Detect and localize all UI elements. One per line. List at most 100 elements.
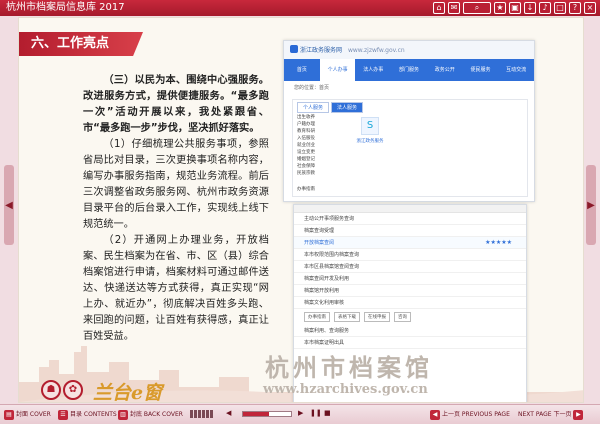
list-item: 户籍办理 (297, 122, 315, 127)
mail-icon[interactable]: ✉ (448, 2, 460, 14)
paragraph: （2）开通网上办理业务，开放档案、民生档案为在省、市、区（县）综合档案馆进行申请… (83, 235, 269, 342)
list-item: 设立变更 (297, 150, 315, 155)
table-row: 主动公开事项服务查询 (294, 213, 526, 225)
sound-icon[interactable]: ♪ (539, 2, 551, 14)
pause-icon[interactable]: ❚❚ (310, 409, 322, 417)
portal-footer-label: 办事指南 (297, 187, 315, 192)
next-page-arrow[interactable]: ▶ (586, 165, 596, 245)
portal-tab: 个人服务 (297, 102, 330, 113)
page-slider-fill (243, 412, 270, 416)
home-icon[interactable]: ⌂ (433, 2, 445, 14)
table-row: 本市区县档案馆查阅查询 (294, 261, 526, 273)
bottom-toolbar: ▤ 封面 COVER ☰ 目录 CONTENTS ▥ 封底 BACK COVER… (0, 404, 600, 424)
fullscreen-icon[interactable]: □ (554, 2, 566, 14)
paragraph: （1）仔细梳理公共服务事项，参照省局比对目录，三次更换事项名称内容，编写办事服务… (83, 139, 269, 230)
contents-icon: ☰ (58, 410, 68, 420)
table-row: 开放档案查阅 ★★★★★ (294, 237, 526, 249)
portal-nav-item: 法人办事 (363, 67, 384, 73)
volume-bar (206, 410, 209, 418)
volume-bar (202, 410, 205, 418)
portal-tabs: 个人服务 法人服务 (293, 100, 527, 115)
archive-emblem: ☗ ✿ (41, 380, 85, 402)
list-item: 出生收养 (297, 115, 315, 120)
list-item: 民族宗教 (297, 171, 315, 176)
prev-page-arrow[interactable]: ◀ (4, 165, 14, 245)
volume-bar (190, 410, 193, 418)
portal-tab: 法人服务 (331, 102, 364, 113)
list-item: 社会保障 (297, 164, 315, 169)
row-label: 开放档案查阅 (304, 240, 335, 246)
magazine-page: 六、工作亮点 （三）以民为本、围绕中心强服务。改进服务方式，提供便捷服务。“最多… (18, 17, 584, 403)
cover-button[interactable]: ▤ 封面 COVER (4, 409, 51, 421)
next-page-button[interactable]: NEXT PAGE 下一页 ▶ (518, 409, 584, 421)
portal-nav-item: 个人办事 (319, 59, 356, 81)
table-row: 档案查阅开发及利用 (294, 273, 526, 285)
service-portal-screenshot: 浙江政务服务网 www.zjzwfw.gov.cn 首页 个人办事 法人办事 部… (283, 40, 535, 202)
portal-nav-item: 便民服务 (470, 67, 491, 73)
portal-logo-icon (290, 45, 298, 53)
back-cover-icon: ▥ (118, 410, 128, 420)
portal-breadcrumb: 您的位置：首页 (294, 85, 330, 91)
next-page-label: NEXT PAGE 下一页 (518, 411, 572, 418)
volume-bar (210, 410, 213, 418)
portal-nav-item: 政务公开 (434, 67, 455, 73)
top-toolbar: 杭州市档案局信息库 2017 ⌂ ✉ ⌕ ★ ▣ ↓ ♪ □ ? × (0, 0, 600, 16)
bookmark-icon[interactable]: ★ (494, 2, 506, 14)
app-logo-icon: S (361, 117, 379, 135)
cover-icon: ▤ (4, 410, 14, 420)
rating-stars: ★★★★★ (485, 239, 512, 246)
volume-bar (194, 410, 197, 418)
page-slider[interactable] (242, 411, 292, 417)
portal-nav-item: 首页 (296, 67, 307, 73)
portal-app-tile: S 浙江政务服务 (355, 114, 385, 144)
cover-label: 封面 COVER (16, 411, 51, 418)
print-icon[interactable]: ▣ (509, 2, 521, 14)
speaker-icon[interactable]: ◀ (226, 409, 231, 417)
list-item: 入伍服役 (297, 136, 315, 141)
toolbar-icons: ⌂ ✉ ⌕ ★ ▣ ↓ ♪ □ ? × (433, 2, 596, 14)
emblem-icon: ✿ (63, 380, 83, 400)
screenshot-top-strip (294, 205, 526, 213)
table-row: 档案查询受理 (294, 225, 526, 237)
portal-nav: 首页 个人办事 法人办事 部门服务 政务公开 便民服务 互动交流 (284, 59, 534, 81)
portal-header: 浙江政务服务网 www.zjzwfw.gov.cn (284, 41, 534, 59)
table-row: 档案利用、查询服务 (294, 325, 526, 337)
app-label: 浙江政务服务 (356, 139, 384, 144)
previous-page-label: 上一页 PREVIOUS PAGE (442, 411, 510, 418)
table-row: 档案馆开放利用 (294, 285, 526, 297)
watermark-name: 杭州市档案馆 (265, 353, 433, 382)
paragraph: （三）以民为本、围绕中心强服务。改进服务方式，提供便捷服务。“最多跑一次”活动开… (83, 75, 269, 134)
consult-button: 咨询 (394, 312, 411, 322)
list-item: 婚姻登记 (297, 157, 315, 162)
help-icon[interactable]: ? (569, 2, 581, 14)
table-row: 档案文化利用审核 (294, 297, 526, 309)
section-heading: 六、工作亮点 (19, 32, 143, 56)
search-icon[interactable]: ⌕ (463, 2, 491, 14)
play-icon[interactable]: ▶ (298, 409, 303, 417)
portal-site-title: 浙江政务服务网 (300, 47, 343, 54)
apply-online-button: 在线申报 (364, 312, 390, 322)
row-action-buttons: 办事指南 表格下载 在线申报 咨询 (294, 309, 526, 325)
list-item: 教育科研 (297, 129, 315, 134)
portal-nav-item: 部门服务 (399, 67, 420, 73)
back-cover-button[interactable]: ▥ 封底 BACK COVER (118, 409, 183, 421)
download-icon[interactable]: ↓ (524, 2, 536, 14)
brand-logo: 兰台e窗 (93, 382, 163, 403)
stop-icon[interactable]: ■ (324, 409, 331, 417)
table-row: 本市权限范围内档案查询 (294, 249, 526, 261)
previous-page-button[interactable]: ◀ 上一页 PREVIOUS PAGE (430, 409, 510, 421)
contents-button[interactable]: ☰ 目录 CONTENTS (58, 409, 117, 421)
guide-button: 办事指南 (304, 312, 330, 322)
next-icon: ▶ (573, 410, 584, 420)
portal-nav-item: 互动交流 (506, 67, 527, 73)
portal-site-url: www.zjzwfw.gov.cn (347, 47, 405, 54)
close-icon[interactable]: × (584, 2, 596, 14)
back-cover-label: 封底 BACK COVER (130, 411, 183, 418)
portal-category-list: 出生收养 户籍办理 教育科研 入伍服役 就业创业 设立变更 婚姻登记 社会保障 … (297, 114, 341, 177)
previous-icon: ◀ (430, 410, 440, 420)
volume-control[interactable] (190, 410, 213, 418)
emblem-icon: ☗ (41, 380, 61, 400)
article-body: （三）以民为本、围绕中心强服务。改进服务方式，提供便捷服务。“最多跑一次”活动开… (83, 73, 269, 345)
watermark-url: www.hzarchives.gov.cn (263, 382, 428, 397)
portal-panel: 个人服务 法人服务 出生收养 户籍办理 教育科研 入伍服役 就业创业 设立变更 … (292, 99, 528, 197)
